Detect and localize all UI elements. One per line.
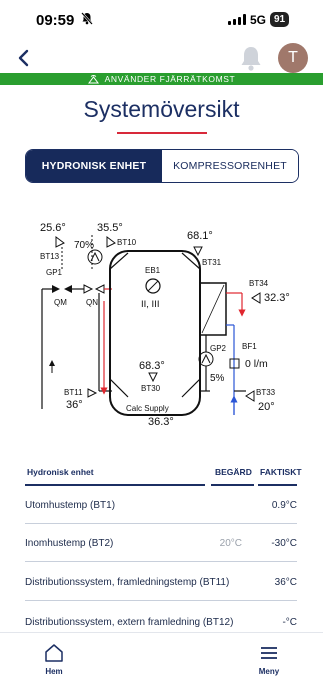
bt11-value: 36°: [66, 399, 83, 411]
bt11-label: BT11: [64, 388, 83, 397]
row-name: Distributionssystem, extern framledning …: [25, 617, 234, 628]
qm-label: QM: [54, 298, 67, 307]
system-diagram: 25.6° BT13 35.5° BT10 70% GP1 QM QN EB1 …: [40, 222, 290, 428]
bt13-label: BT13: [40, 252, 60, 261]
column-header-actual: FAKTISKT: [260, 467, 302, 477]
nav-home[interactable]: Hem: [24, 643, 84, 676]
row-actual: -30°C: [271, 538, 297, 549]
qn-valve-icon: [83, 284, 105, 294]
notifications-button[interactable]: [238, 44, 264, 72]
gp2-percent: 5%: [210, 373, 225, 384]
bottom-nav: Hem Meny: [0, 632, 323, 700]
tab-compressor-unit[interactable]: KOMPRESSORENHET: [162, 150, 298, 182]
muted-bell-icon: [81, 12, 93, 30]
table-header: Hydronisk enhet BEGÄRD FAKTISKT: [25, 462, 302, 488]
bt10-sensor-icon: [106, 236, 116, 248]
header-divider: [211, 484, 254, 486]
unit-tabs: HYDRONISK ENHET KOMPRESSORENHET: [25, 149, 299, 183]
bt11-sensor-icon: [87, 388, 98, 398]
bt31-label: BT31: [202, 258, 222, 267]
bt13-sensor-icon: [55, 236, 65, 248]
home-icon: [45, 644, 63, 662]
calc-supply-label: Calc Supply: [126, 404, 169, 413]
status-bar: 09:59 5G 91: [0, 0, 323, 40]
calc-supply-value: 36.3°: [148, 416, 174, 428]
bt33-sensor-icon: [245, 390, 255, 402]
bt10-value: 35.5°: [97, 222, 123, 234]
eb1-label: EB1: [145, 266, 161, 275]
menu-icon: [261, 647, 277, 659]
gp1-label: GP1: [46, 268, 63, 277]
remote-access-icon: [87, 74, 99, 83]
column-header-requested: BEGÄRD: [215, 467, 252, 477]
qm-valve-icon: [52, 285, 72, 293]
nav-home-label: Hem: [45, 667, 63, 676]
bt10-label: BT10: [117, 238, 137, 247]
bt33-label: BT33: [256, 388, 276, 397]
row-actual: 36°C: [274, 577, 297, 588]
signal-icon: [228, 14, 246, 25]
row-actual: -°C: [282, 617, 297, 628]
bt34-value: 32.3°: [264, 292, 290, 304]
bf1-label: BF1: [242, 342, 257, 351]
gp1-percent: 70%: [74, 240, 94, 251]
battery-indicator: 91: [270, 12, 290, 27]
back-button[interactable]: [10, 44, 36, 72]
column-header-name: Hydronisk enhet: [27, 467, 94, 477]
tank-temperature: 68.3°: [139, 360, 165, 372]
tab-hydronic-unit[interactable]: HYDRONISK ENHET: [26, 150, 162, 182]
bell-icon: [241, 47, 261, 71]
table-row[interactable]: Inomhustemp (BT2) 20°C -30°C: [25, 526, 297, 562]
table-row[interactable]: Utomhustemp (BT1) 0.9°C: [25, 488, 297, 524]
avatar[interactable]: T: [278, 43, 308, 73]
nav-menu-label: Meny: [258, 667, 280, 676]
row-requested: 20°C: [219, 538, 242, 549]
header-divider: [25, 484, 205, 486]
qn-label: QN: [86, 298, 98, 307]
row-actual: 0.9°C: [271, 500, 297, 511]
header-divider: [258, 484, 297, 486]
row-name: Distributionssystem, framledningstemp (B…: [25, 577, 230, 588]
title-underline: [117, 132, 207, 134]
table-row[interactable]: Distributionssystem, framledningstemp (B…: [25, 565, 297, 601]
back-chevron-icon: [18, 49, 29, 67]
banner-text: ANVÄNDER FJÄRRÄTKOMST: [104, 74, 236, 84]
row-name: Inomhustemp (BT2): [25, 538, 114, 549]
network-type: 5G: [250, 13, 267, 27]
bt31-value: 68.1°: [187, 230, 213, 242]
nav-menu[interactable]: Meny: [239, 643, 299, 676]
bt34-sensor-icon: [251, 292, 261, 304]
row-name: Utomhustemp (BT1): [25, 500, 116, 511]
eb1-stages: II, III: [141, 299, 159, 310]
bt30-sensor-icon: [148, 372, 158, 383]
remote-access-banner: ANVÄNDER FJÄRRÄTKOMST: [0, 73, 323, 85]
bt31-sensor-icon: [193, 246, 203, 257]
bt34-label: BT34: [249, 279, 269, 288]
bf1-flow: 0 l/m: [245, 358, 268, 370]
bt30-label: BT30: [141, 384, 161, 393]
status-time: 09:59: [36, 12, 75, 29]
page-title: Systemöversikt: [83, 96, 240, 122]
bt13-value: 25.6°: [40, 222, 66, 234]
bt33-value: 20°: [258, 401, 275, 413]
gp2-label: GP2: [210, 344, 227, 353]
